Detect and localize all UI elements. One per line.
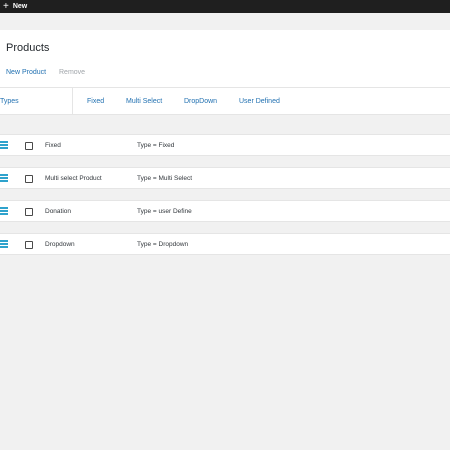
- table-row: Dropdown Type = Dropdown: [0, 233, 450, 255]
- row-type: Type = Multi Select: [137, 175, 193, 182]
- plus-icon[interactable]: +: [3, 1, 9, 12]
- row-checkbox[interactable]: [25, 175, 33, 183]
- drag-handle-icon[interactable]: [0, 174, 8, 184]
- row-checkbox[interactable]: [25, 142, 33, 150]
- remove-link[interactable]: Remove: [59, 69, 85, 76]
- row-name: Fixed: [45, 142, 61, 149]
- table-row: Donation Type = user Define: [0, 200, 450, 222]
- top-toolbar: + New: [0, 0, 450, 13]
- row-checkbox[interactable]: [25, 241, 33, 249]
- row-name: Donation: [45, 208, 72, 215]
- row-type: Type = user Define: [137, 208, 192, 215]
- tab-divider: [72, 88, 73, 115]
- drag-handle-icon[interactable]: [0, 207, 8, 217]
- tab-user-defined[interactable]: User Defined: [239, 98, 280, 105]
- table-row: Fixed Type = Fixed: [0, 134, 450, 156]
- page-header: Products New Product Remove: [0, 30, 450, 88]
- row-name: Dropdown: [45, 241, 75, 248]
- type-tabs: Types Fixed Multi Select DropDown User D…: [0, 88, 450, 115]
- table-row: Multi select Product Type = Multi Select: [0, 167, 450, 189]
- new-button[interactable]: New: [13, 3, 27, 10]
- row-type: Type = Fixed: [137, 142, 175, 149]
- drag-handle-icon[interactable]: [0, 141, 8, 151]
- tab-fixed[interactable]: Fixed: [87, 98, 104, 105]
- drag-handle-icon[interactable]: [0, 240, 8, 250]
- row-checkbox[interactable]: [25, 208, 33, 216]
- page-title: Products: [6, 42, 50, 54]
- tab-types[interactable]: Types: [0, 98, 19, 105]
- row-type: Type = Dropdown: [137, 241, 189, 248]
- row-name: Multi select Product: [45, 175, 102, 182]
- new-product-link[interactable]: New Product: [6, 69, 46, 76]
- tab-dropdown[interactable]: DropDown: [184, 98, 217, 105]
- tab-multi-select[interactable]: Multi Select: [126, 98, 162, 105]
